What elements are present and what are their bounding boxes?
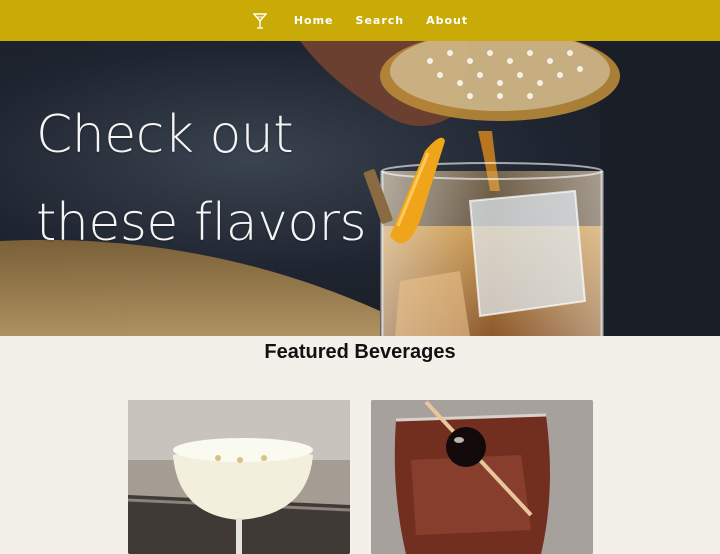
top-navbar: Home Search About (0, 0, 720, 41)
beverage-card[interactable] (128, 400, 350, 554)
cocktail-glass-icon[interactable] (252, 12, 268, 30)
hero-banner: Check out these flavors (0, 41, 720, 336)
white-foam-coupe-cocktail-photo (128, 400, 350, 554)
hero-title: Check out these flavors (36, 105, 367, 253)
nav-link-about[interactable]: About (426, 14, 468, 27)
nav-link-search[interactable]: Search (356, 14, 405, 27)
beverage-card[interactable] (371, 400, 593, 554)
old-fashioned-with-cherry-photo (371, 400, 593, 554)
nav-link-home[interactable]: Home (294, 14, 334, 27)
featured-heading: Featured Beverages (264, 341, 456, 363)
